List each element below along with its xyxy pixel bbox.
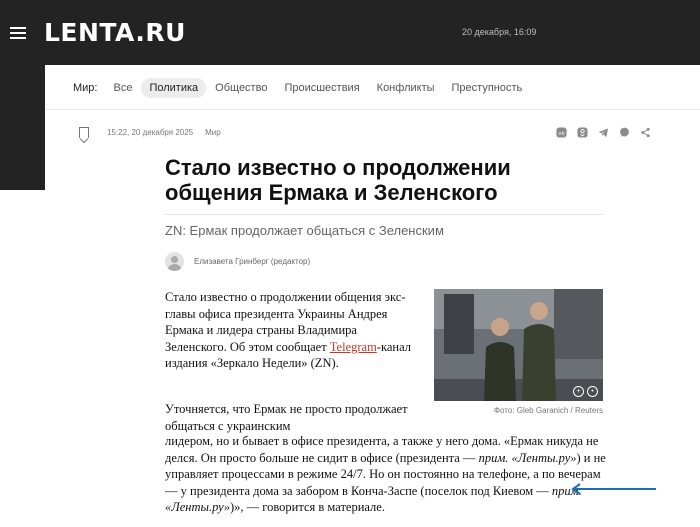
rubric-link[interactable]: Мир [205,128,221,137]
tab-politics[interactable]: Политика [141,78,207,98]
tab-conflicts[interactable]: Конфликты [369,78,443,98]
author-name[interactable]: Елизавета Гринберг (редактор) [194,257,310,266]
photo-controls: + • [573,386,598,397]
page-background [0,190,45,527]
annotation-arrow [571,483,656,495]
article-paragraph-1: Стало известно о продолжении общения экс… [165,290,411,370]
article-meta: 15:22, 20 декабря 2025 Мир [79,127,221,138]
rubric-nav: Мир: Все Политика Общество Происшествия … [73,78,531,98]
tab-crime[interactable]: Преступность [444,78,531,98]
tab-all[interactable]: Все [105,78,140,98]
divider [45,109,700,110]
telegram-link[interactable]: Telegram [330,340,377,354]
article-card: Мир: Все Политика Общество Происшествия … [45,65,700,527]
publish-time: 15:22, 20 декабря 2025 [107,128,194,137]
site-logo[interactable]: LENTA.RU [44,18,186,47]
menu-icon[interactable] [10,27,26,39]
vk-icon[interactable]: vk [555,126,568,139]
article-paragraph-2: лидером, но и бывает в офисе президента,… [165,434,606,514]
nav-label: Мир: [73,82,98,94]
article-paragraph-2-start: Уточняется, что Ермак не просто продолжа… [165,402,408,433]
ok-icon[interactable] [576,126,589,139]
bookmark-icon[interactable] [79,127,89,138]
telegram-icon[interactable] [597,126,610,139]
article-photo[interactable]: + • [434,289,603,401]
share-icon[interactable] [639,126,652,139]
article-title: Стало известно о продолжении общения Ерм… [165,155,511,205]
divider [165,214,603,215]
zoom-icon[interactable]: + [573,386,584,397]
svg-text:vk: vk [558,131,565,137]
photo-credit: Фото: Gleb Garanich / Reuters [493,406,603,415]
chat-icon[interactable] [618,126,631,139]
comment-icon[interactable]: • [587,386,598,397]
header-datetime: 20 декабря, 16:09 [462,27,537,37]
share-bar: vk [555,126,652,139]
tab-society[interactable]: Общество [207,78,275,98]
article-subtitle: ZN: Ермак продолжает общаться с Зеленски… [165,223,444,238]
author-block: Елизавета Гринберг (редактор) [165,252,310,271]
avatar [165,252,184,271]
tab-incidents[interactable]: Происшествия [276,78,367,98]
